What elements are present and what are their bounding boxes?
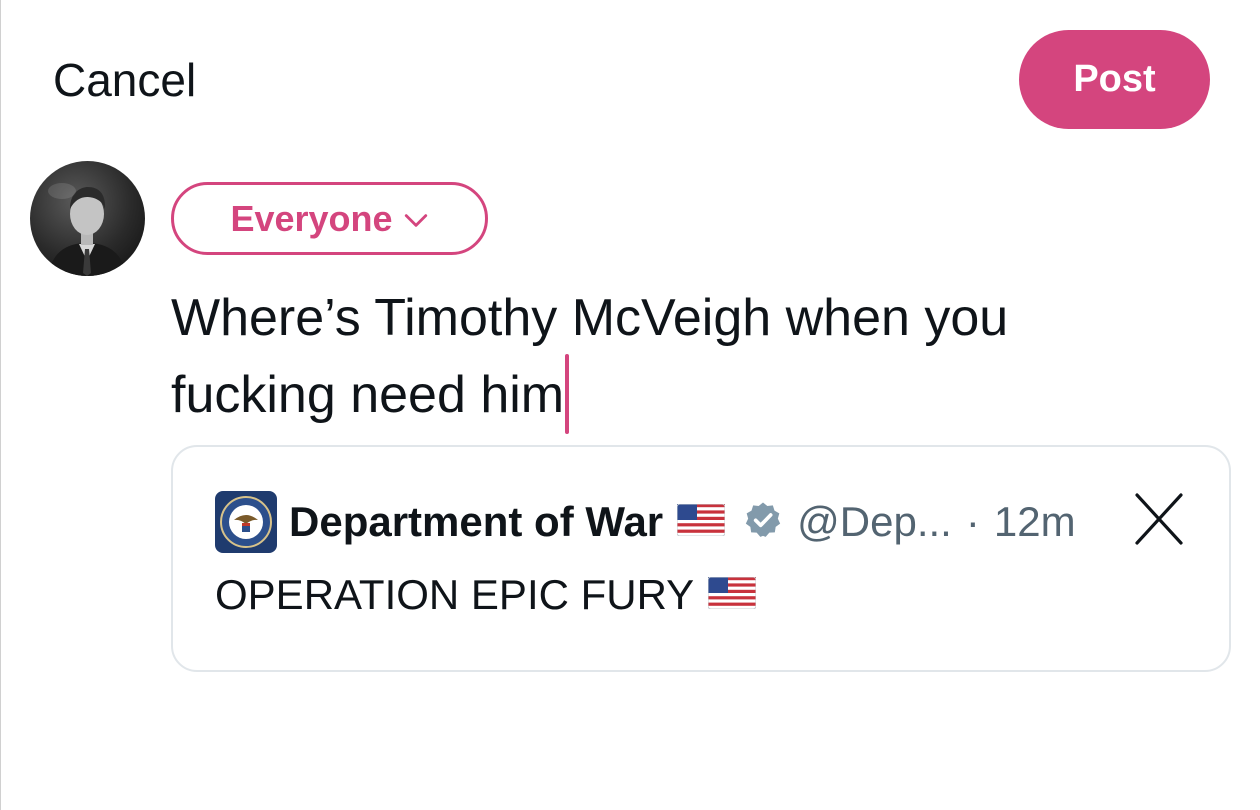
- chevron-down-icon: [404, 213, 427, 227]
- post-button[interactable]: Post: [1019, 30, 1210, 129]
- post-text-input[interactable]: Where’s Timothy McVeigh when you fucking…: [171, 282, 1181, 434]
- close-icon[interactable]: [1131, 491, 1187, 547]
- post-text: Where’s Timothy McVeigh when you fucking…: [171, 289, 1009, 424]
- quoted-post-body: OPERATION EPIC FURY: [215, 571, 757, 619]
- quoted-handle: @Dep...: [797, 498, 952, 545]
- quoted-author-name: Department of War: [289, 498, 664, 545]
- quoted-time: 12m: [993, 498, 1076, 545]
- compose-post-screen: Cancel Post Everyone Where’s Timothy McV…: [0, 0, 1260, 810]
- user-avatar-image: [48, 183, 127, 276]
- quoted-post-card[interactable]: Department of War @Dep... · 12m OPERATIO…: [171, 445, 1231, 672]
- quoted-post-header: Department of War @Dep... · 12m: [215, 491, 1076, 553]
- audience-selector[interactable]: Everyone: [171, 182, 488, 255]
- avatar[interactable]: [30, 161, 145, 276]
- text-cursor: [565, 354, 570, 434]
- us-flag-icon: [707, 571, 757, 619]
- department-seal-icon: [215, 491, 277, 553]
- quoted-text: OPERATION EPIC FURY: [215, 571, 695, 618]
- verified-badge-icon: [743, 500, 783, 545]
- meta-separator: ·: [965, 498, 980, 545]
- us-flag-icon: [676, 503, 726, 541]
- audience-label: Everyone: [230, 197, 393, 239]
- cancel-button[interactable]: Cancel: [53, 52, 196, 108]
